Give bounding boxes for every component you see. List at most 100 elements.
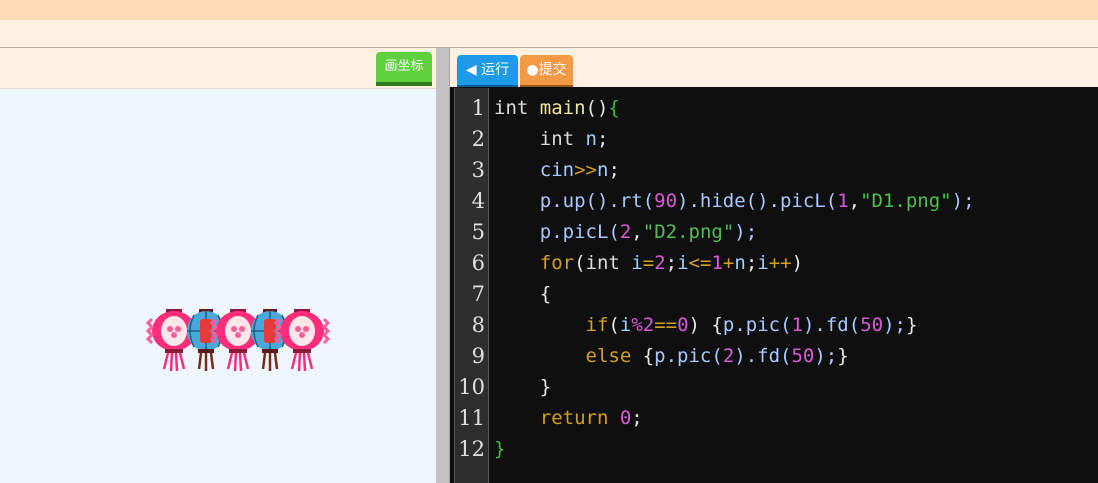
code-line[interactable]: int n; xyxy=(494,124,609,155)
code-token: ); xyxy=(883,314,906,336)
code-token: , xyxy=(848,190,861,212)
code-line[interactable]: p.up().rt(90).hide().picL(1,"D1.png"); xyxy=(494,186,975,217)
line-number: 11 xyxy=(458,406,485,430)
code-token: } xyxy=(905,314,918,336)
pane-splitter[interactable] xyxy=(436,48,450,483)
canvas-toolbar xyxy=(0,48,436,89)
code-token: } xyxy=(539,376,552,398)
code-token: ) xyxy=(791,252,804,274)
code-token: 50 xyxy=(860,314,884,336)
code-token: p.up().rt( xyxy=(539,190,655,212)
plot-coordinates-button[interactable]: 画坐标 xyxy=(376,52,432,86)
code-token: 90 xyxy=(654,190,678,212)
code-token: ); xyxy=(734,221,758,243)
submit-label: 提交 xyxy=(538,62,567,78)
code-line[interactable]: { xyxy=(494,279,551,310)
line-number: 6 xyxy=(471,251,485,275)
code-token: { xyxy=(642,345,655,367)
line-number: 5 xyxy=(471,220,485,244)
code-token: int xyxy=(585,252,632,274)
code-token: } xyxy=(494,438,506,460)
line-number: 4 xyxy=(471,189,485,213)
code-token: i xyxy=(677,252,689,274)
code-token: main xyxy=(539,97,586,119)
drawing-canvas[interactable] xyxy=(0,89,436,483)
code-line[interactable]: else {p.pic(2).fd(50);} xyxy=(494,341,849,372)
line-number: 12 xyxy=(458,437,485,461)
code-token: 0 xyxy=(619,407,632,429)
code-token: p.pic( xyxy=(722,314,792,336)
code-token: == xyxy=(654,314,678,336)
code-token: ; xyxy=(596,128,609,150)
code-token: ).hide().picL( xyxy=(677,190,838,212)
code-token: n xyxy=(596,159,609,181)
code-token: ( xyxy=(574,252,586,274)
code-token: else xyxy=(585,345,643,367)
code-token: , xyxy=(631,221,643,243)
code-token: "D2.png" xyxy=(642,221,735,243)
run-button[interactable]: ◀ 运行 xyxy=(457,55,518,88)
code-token: { xyxy=(608,97,620,119)
top-strip xyxy=(0,0,1098,20)
code-token: ); xyxy=(951,190,975,212)
code-token: for xyxy=(539,252,575,274)
code-token: ); xyxy=(814,345,838,367)
code-token: return xyxy=(539,407,620,429)
code-token: 2 xyxy=(654,252,666,274)
code-token: = xyxy=(642,252,655,274)
code-token: 0 xyxy=(677,314,689,336)
code-token: %2 xyxy=(631,314,655,336)
code-token: ( xyxy=(608,314,620,336)
code-token: + xyxy=(722,252,735,274)
code-line[interactable]: cin>>n; xyxy=(494,155,620,186)
code-token: } xyxy=(837,345,849,367)
code-line[interactable]: } xyxy=(494,372,551,403)
code-token: ).fd( xyxy=(802,314,861,336)
code-token: ).fd( xyxy=(734,345,792,367)
lantern-drawing xyxy=(146,307,330,373)
code-token: i xyxy=(631,252,643,274)
code-token: int xyxy=(539,128,586,150)
code-token: ; xyxy=(745,252,758,274)
header-bar xyxy=(0,20,1098,48)
code-token: ; xyxy=(631,407,643,429)
code-token: i xyxy=(757,252,769,274)
line-number: 2 xyxy=(471,127,485,151)
code-line[interactable]: } xyxy=(494,434,505,465)
submit-button[interactable]: ●提交 xyxy=(520,55,573,88)
code-token: 1 xyxy=(837,190,849,212)
code-token: ; xyxy=(665,252,678,274)
code-line[interactable]: return 0; xyxy=(494,403,643,434)
code-token: p.picL( xyxy=(539,221,620,243)
line-number: 10 xyxy=(458,375,485,399)
code-token: cin xyxy=(539,159,575,181)
code-token: 1 xyxy=(711,252,723,274)
code-line[interactable]: p.picL(2,"D2.png"); xyxy=(494,217,757,248)
code-line[interactable]: if(i%2==0) {p.pic(1).fd(50);} xyxy=(494,310,918,341)
code-token: ++ xyxy=(768,252,792,274)
submit-icon: ● xyxy=(526,62,539,78)
code-token: p.pic( xyxy=(654,345,723,367)
code-line[interactable]: for(int i=2;i<=1+n;i++) xyxy=(494,248,803,279)
code-token: n xyxy=(585,128,597,150)
code-token: 50 xyxy=(791,345,815,367)
code-token: 2 xyxy=(619,221,632,243)
code-token: n xyxy=(734,252,746,274)
line-number: 8 xyxy=(471,313,485,337)
line-number: 3 xyxy=(471,158,485,182)
code-token: >> xyxy=(574,159,597,181)
code-token: 2 xyxy=(722,345,735,367)
code-token: { xyxy=(711,314,723,336)
code-line[interactable]: int main(){ xyxy=(494,93,620,124)
line-number: 1 xyxy=(471,96,485,120)
